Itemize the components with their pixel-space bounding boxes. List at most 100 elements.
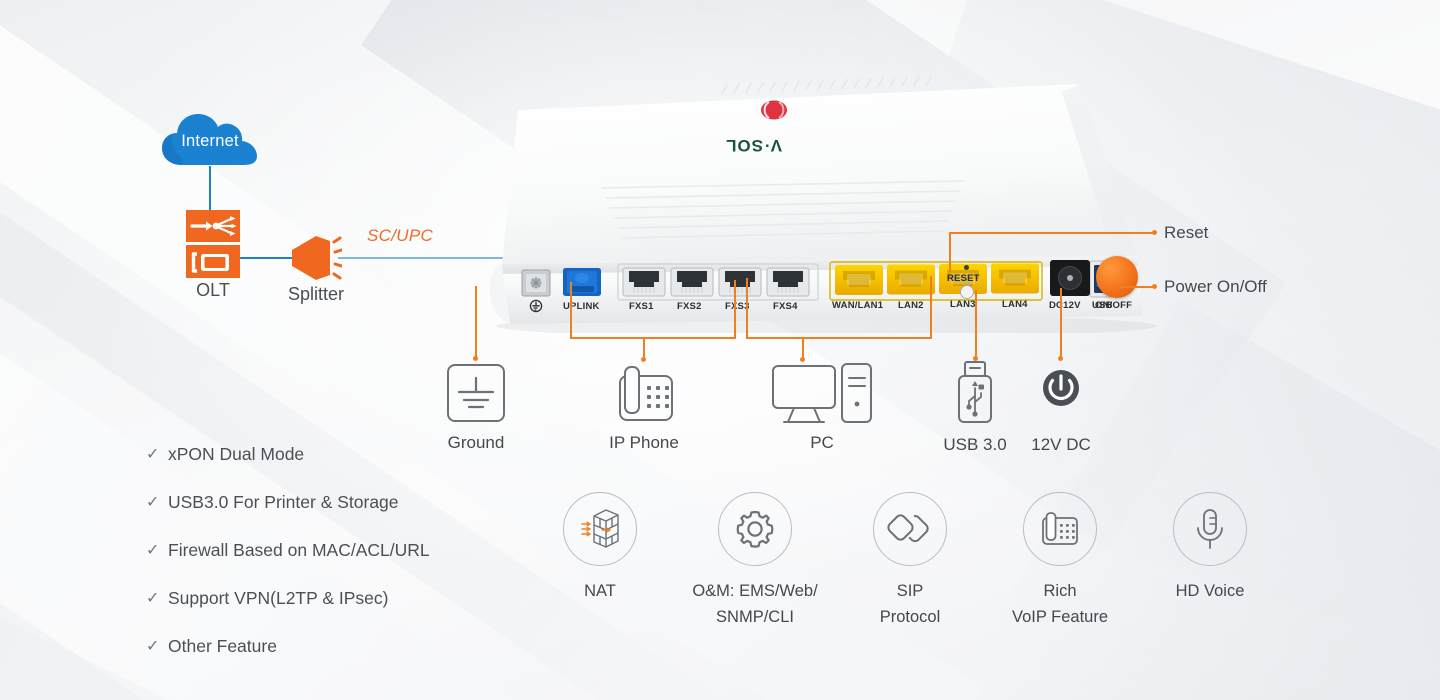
reset-leader-dot: [1152, 230, 1157, 235]
olt-label: OLT: [196, 280, 230, 300]
check-icon: ✓: [146, 638, 160, 655]
device-12v-dc: 12V DC: [1003, 362, 1119, 455]
feature-icon-sip: SIP Protocol: [830, 492, 990, 631]
feature-text: xPON Dual Mode: [168, 443, 305, 464]
port-label-fxs1: FXS1: [629, 301, 654, 312]
feature-row: ✓ Other Feature: [146, 622, 526, 670]
port-label-lan3: LAN3: [950, 299, 976, 310]
ground-connector-dot: [473, 356, 478, 361]
feature-row: ✓ xPON Dual Mode: [146, 430, 526, 478]
gear-icon: [736, 510, 774, 548]
brick-wall-icon: [581, 509, 619, 548]
feature-icon-label: HD Voice: [1130, 578, 1290, 604]
feature-text: Other Feature: [168, 635, 277, 656]
usb-connector-line: [975, 290, 977, 358]
feature-icon-label-line1: HD Voice: [1175, 582, 1245, 600]
link-olt-to-splitter: [238, 257, 294, 259]
splitter-node: Splitter: [288, 232, 344, 322]
feature-list: ✓ xPON Dual Mode ✓ USB3.0 For Printer & …: [146, 430, 526, 670]
port-label-fxs2: FXS2: [677, 301, 702, 312]
feature-text: Support VPN(L2TP & IPsec): [168, 587, 389, 608]
fxs-bracket-left-riser: [570, 282, 572, 338]
feature-icon-label: Rich VoIP Feature: [980, 578, 1140, 631]
port-label-fxs4: FXS4: [773, 301, 798, 312]
feature-icon-label: SIP Protocol: [830, 578, 990, 631]
reset-leader-vertical: [949, 232, 951, 272]
feature-icon-label-line2: SNMP/CLI: [716, 608, 794, 627]
lan-bracket-drop: [802, 337, 804, 359]
svg-text:V·SOL: V·SOL: [725, 136, 782, 155]
sc-upc-label: SC/UPC: [367, 226, 434, 245]
feature-icon-hd-voice: HD Voice: [1130, 492, 1290, 604]
power-leader-horizontal: [1120, 286, 1154, 288]
feature-icon-label-line1: NAT: [584, 582, 616, 600]
ground-connector-line: [475, 286, 477, 358]
usb-flash-drive-icon: [958, 361, 992, 423]
feature-text: Firewall Based on MAC/ACL/URL: [168, 539, 430, 560]
lan-bracket-left-riser: [746, 278, 748, 338]
feature-icon-label: NAT: [520, 578, 680, 604]
internet-cloud-node: Internet: [160, 108, 260, 170]
lan-bracket-horizontal: [746, 337, 932, 339]
feature-icon-label-line2: Protocol: [879, 608, 941, 627]
check-icon: ✓: [146, 542, 160, 559]
feature-icon-label-line1: Rich: [1043, 582, 1077, 600]
device-ip-phone-label: IP Phone: [609, 433, 679, 452]
check-icon: ✓: [146, 590, 160, 607]
feature-icon-nat: NAT: [520, 492, 680, 604]
desk-phone-icon: [619, 366, 673, 421]
feature-icon-row: NAT O&M: EMS/Web/ SNMP/CLI SIP Protocol …: [520, 492, 1310, 662]
power-switch-icon[interactable]: [1096, 256, 1138, 298]
port-label-uplink: UPLINK: [563, 301, 600, 312]
product-diagram-canvas: Internet OLT Splitter SC/UPC V·SOL UPLIN…: [0, 0, 1440, 700]
port-label-lan4: LAN4: [1002, 299, 1028, 310]
feature-icon-label-line1: O&M: EMS/Web/: [692, 582, 818, 600]
power-symbol-icon: [1043, 370, 1079, 406]
port-label-lan2: LAN2: [898, 300, 924, 311]
feature-icon-label-line2: VoIP Feature: [1011, 608, 1108, 627]
feature-icon-label: O&M: EMS/Web/ SNMP/CLI: [675, 578, 835, 631]
reset-callout-label: Reset: [1164, 223, 1209, 242]
lan-bracket-right-riser: [930, 276, 932, 338]
feature-row: ✓ USB3.0 For Printer & Storage: [146, 478, 526, 526]
feature-icon-circle: [1023, 492, 1097, 566]
feature-icon-circle: [563, 492, 637, 566]
device-12v-dc-label: 12V DC: [1031, 435, 1091, 454]
power-leader-dot: [1152, 284, 1157, 289]
link-cloud-to-olt: [209, 166, 211, 212]
fxs-bracket-right-riser: [734, 280, 736, 338]
dc-connector-line: [1060, 288, 1062, 358]
olt-node: OLT: [186, 210, 240, 300]
feature-icon-voip: Rich VoIP Feature: [980, 492, 1140, 631]
dc-jack-pin: [1067, 275, 1073, 281]
reset-indicator-dot: [964, 265, 969, 270]
feature-text: USB3.0 For Printer & Storage: [168, 491, 399, 512]
ground-screw-icon: [521, 269, 551, 297]
device-pc: PC: [762, 360, 882, 453]
device-pc-label: PC: [810, 433, 834, 452]
port-label-onoff: ON/OFF: [1095, 300, 1133, 311]
linked-diamonds-icon: [887, 514, 929, 543]
uplink-port-icon: [563, 268, 601, 296]
splitter-label: Splitter: [287, 284, 345, 304]
power-on-off-callout-label: Power On/Off: [1164, 277, 1267, 296]
feature-icon-circle: [718, 492, 792, 566]
internet-cloud-label: Internet: [181, 132, 239, 150]
dc-connector-dot: [1058, 356, 1063, 361]
reset-leader-horizontal: [949, 232, 1154, 234]
device-ip-phone: IP Phone: [586, 362, 702, 453]
olt-icon: [186, 210, 240, 278]
check-icon: ✓: [146, 446, 160, 463]
fxs-bracket-drop: [643, 337, 645, 359]
desk-phone-icon: [1042, 512, 1078, 545]
splitter-icon: [292, 236, 342, 280]
feature-icon-oam: O&M: EMS/Web/ SNMP/CLI: [675, 492, 835, 631]
desktop-computer-icon: [772, 363, 872, 423]
reset-pinhole-icon[interactable]: [960, 285, 974, 299]
fxs-bracket-horizontal: [570, 337, 736, 339]
feature-icon-circle: [873, 492, 947, 566]
feature-icon-circle: [1173, 492, 1247, 566]
port-label-reset: RESET: [947, 273, 980, 284]
feature-row: ✓ Firewall Based on MAC/ACL/URL: [146, 526, 526, 574]
feature-row: ✓ Support VPN(L2TP & IPsec): [146, 574, 526, 622]
